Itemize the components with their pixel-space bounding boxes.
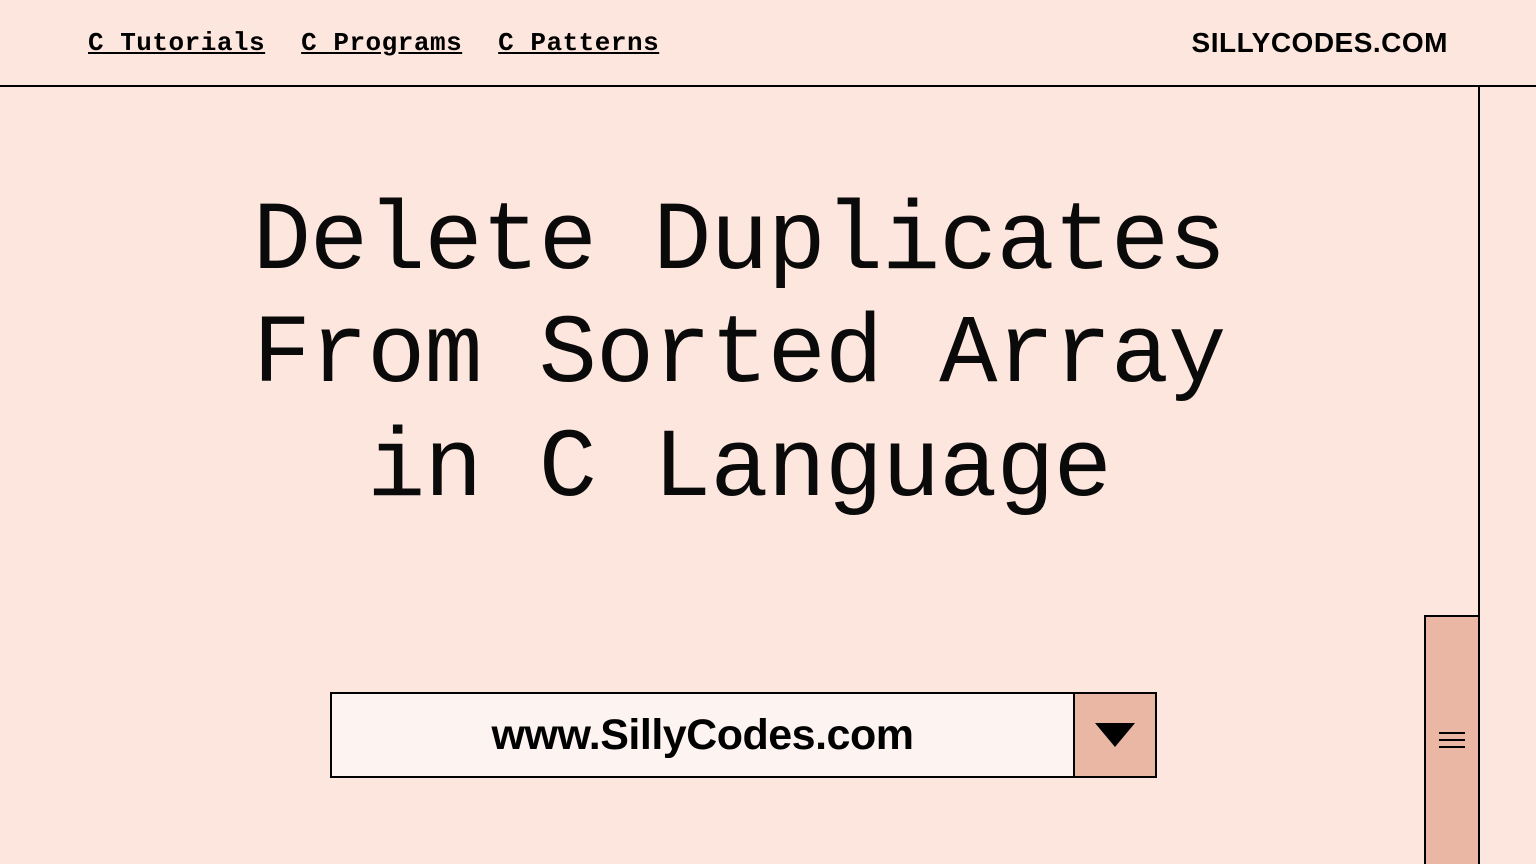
- url-text: www.SillyCodes.com: [492, 711, 914, 760]
- chevron-down-icon: [1095, 723, 1135, 747]
- hamburger-line: [1439, 739, 1465, 741]
- title-line-3: in C Language: [367, 415, 1111, 525]
- page-title: Delete Duplicates From Sorted Array in C…: [253, 187, 1226, 527]
- hamburger-line: [1439, 746, 1465, 748]
- header: C Tutorials C Programs C Patterns SILLYC…: [0, 0, 1536, 85]
- nav-link-programs[interactable]: C Programs: [301, 28, 462, 58]
- title-line-1: Delete Duplicates: [253, 188, 1226, 298]
- dropdown-button[interactable]: [1075, 692, 1157, 778]
- brand-logo: SILLYCODES.COM: [1192, 27, 1448, 59]
- title-line-2: From Sorted Array: [253, 301, 1226, 411]
- url-dropdown-container: www.SillyCodes.com: [330, 692, 1157, 778]
- nav-link-patterns[interactable]: C Patterns: [498, 28, 659, 58]
- nav-links: C Tutorials C Programs C Patterns: [88, 28, 659, 58]
- hamburger-line: [1439, 732, 1465, 734]
- nav-link-tutorials[interactable]: C Tutorials: [88, 28, 265, 58]
- side-menu-tab[interactable]: [1424, 615, 1480, 864]
- url-display: www.SillyCodes.com: [330, 692, 1075, 778]
- hamburger-icon: [1439, 732, 1465, 748]
- main-content: Delete Duplicates From Sorted Array in C…: [0, 87, 1480, 864]
